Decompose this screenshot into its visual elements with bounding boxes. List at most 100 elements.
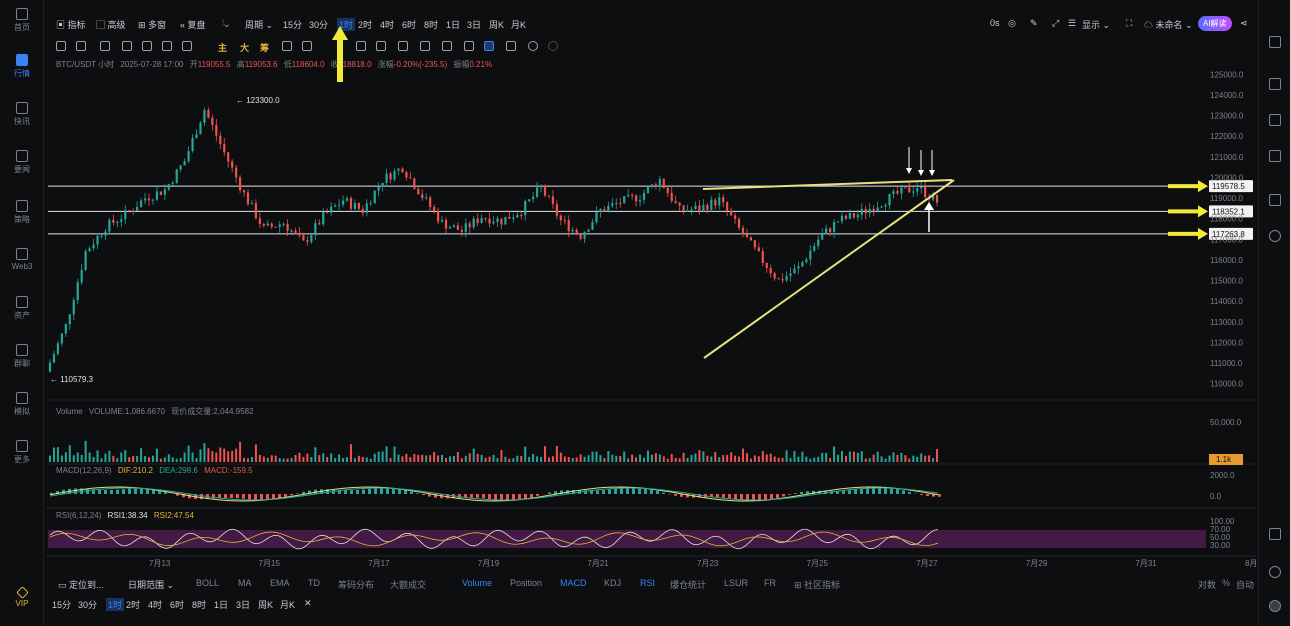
interval-4h[interactable]: 4时 (380, 18, 394, 31)
date-range-dropdown[interactable]: 日期范围 ⌄ (128, 578, 174, 591)
auto-toggle[interactable]: 自动 (1236, 578, 1254, 591)
pen-tool-icon[interactable] (142, 41, 152, 51)
b-interval-1d[interactable]: 1日 (214, 598, 228, 611)
b-interval-30m[interactable]: 30分 (78, 598, 97, 611)
main-toggle[interactable]: 主 (218, 41, 227, 54)
sidebar-item-market[interactable]: 行情 (0, 54, 44, 79)
vip-button[interactable]: VIP (0, 586, 44, 608)
b-interval-month[interactable]: 月K (280, 598, 295, 611)
fib-tool-icon[interactable] (162, 41, 172, 51)
trash-tool-icon[interactable] (506, 41, 516, 51)
b-interval-15m[interactable]: 15分 (52, 598, 71, 611)
clock-icon[interactable] (1269, 78, 1281, 90)
chart-type-button[interactable]: ⫶⌄ (222, 18, 229, 29)
ind-ema[interactable]: EMA (270, 578, 290, 588)
big-toggle[interactable]: 大 (240, 41, 249, 54)
sidebar-item-home[interactable]: 首页 (0, 8, 44, 33)
sidebar-item-sim[interactable]: 模拟 (0, 392, 44, 417)
ind-td[interactable]: TD (308, 578, 320, 588)
sidebar-item-headlines[interactable]: 要闻 (0, 150, 44, 175)
interval-month[interactable]: 月K (511, 18, 526, 31)
settings-icon[interactable]: ☰ (1068, 18, 1076, 29)
panel-icon[interactable] (1269, 528, 1281, 540)
ind-lsur[interactable]: LSUR (724, 578, 748, 588)
avatar[interactable] (1269, 600, 1281, 612)
resistance-trendline[interactable] (702, 179, 953, 190)
review-button[interactable]: « 复盘 (180, 18, 206, 31)
log-toggle[interactable]: 对数 (1198, 578, 1216, 591)
price-chart[interactable]: 119578.5118352.1117263.8 125000.0124000.… (46, 56, 1256, 596)
interval-15m[interactable]: 15分 (283, 18, 302, 31)
fullscreen-icon[interactable]: ⛶ (1126, 18, 1132, 29)
ind-volume[interactable]: Volume (462, 578, 492, 588)
interval-6h[interactable]: 6时 (402, 18, 416, 31)
ind-ma[interactable]: MA (238, 578, 252, 588)
ai-interpret-button[interactable]: AI解读 (1198, 16, 1232, 31)
sidebar-item-news[interactable]: 快讯 (0, 102, 44, 127)
measure-tool-icon[interactable] (182, 41, 192, 51)
eye-tool-icon[interactable] (442, 41, 452, 51)
locate-button[interactable]: ▭ 定位到... (58, 578, 104, 591)
multi-window-button[interactable]: ⊞ 多窗 (138, 18, 166, 31)
interval-week[interactable]: 周K (489, 18, 504, 31)
b-interval-6h[interactable]: 6时 (170, 598, 184, 611)
sidebar-item-strategy[interactable]: 策略 (0, 200, 44, 225)
indicators-button[interactable]: ▣ 指标 (56, 18, 86, 31)
ind-kdj[interactable]: KDJ (604, 578, 621, 588)
trendline-tool-icon[interactable] (56, 41, 66, 51)
b-interval-2h[interactable]: 2时 (126, 598, 140, 611)
ind-rsi[interactable]: RSI (640, 578, 655, 588)
ascending-trendline[interactable] (703, 179, 955, 359)
lock-tool-icon[interactable] (420, 41, 430, 51)
camera-icon[interactable]: ◎ (1008, 18, 1016, 29)
chips-toggle[interactable]: 筹 (260, 41, 269, 54)
expand-icon[interactable]: ⤢ (1052, 18, 1059, 29)
ind-macd[interactable]: MACD (560, 578, 587, 588)
share-icon[interactable]: ⋖ (1240, 18, 1248, 29)
sidebar-item-web3[interactable]: Web3 (0, 248, 44, 271)
advanced-button[interactable]: ▢ 高级 (96, 18, 126, 31)
ind-liquidation[interactable]: 爆仓统计 (670, 578, 706, 591)
layout-name-button[interactable]: ☁ 未命名 ⌄ (1144, 18, 1193, 31)
target-icon[interactable] (1269, 194, 1281, 206)
ind-boll[interactable]: BOLL (196, 578, 219, 588)
ind-position[interactable]: Position (510, 578, 542, 588)
hray-tool-icon[interactable] (100, 41, 110, 51)
pct-toggle[interactable]: % (1222, 578, 1230, 588)
b-interval-4h[interactable]: 4时 (148, 598, 162, 611)
period-dropdown[interactable]: 周期 ⌄ (245, 18, 273, 31)
sidebar-item-assets[interactable]: 资产 (0, 296, 44, 321)
interval-1d[interactable]: 1日 (446, 18, 460, 31)
ind-chips[interactable]: 筹码分布 (338, 578, 374, 591)
ind-community[interactable]: ⊞ 社区指标 (794, 578, 840, 591)
ruler-tool-icon[interactable] (356, 41, 366, 51)
b-interval-3d[interactable]: 3日 (236, 598, 250, 611)
headset-icon[interactable] (1269, 566, 1281, 578)
stats-icon[interactable] (1269, 114, 1281, 126)
interval-3d[interactable]: 3日 (467, 18, 481, 31)
undo-icon[interactable] (528, 41, 538, 51)
ind-fr[interactable]: FR (764, 578, 776, 588)
brush-tool-icon[interactable] (464, 41, 474, 51)
redo-icon[interactable] (548, 41, 558, 51)
interval-8h[interactable]: 8时 (424, 18, 438, 31)
magnet-tool-icon[interactable] (376, 41, 386, 51)
b-interval-8h[interactable]: 8时 (192, 598, 206, 611)
notes-icon[interactable] (1269, 36, 1281, 48)
refresh-icon[interactable] (1269, 230, 1281, 242)
hline-tool-icon[interactable] (76, 41, 86, 51)
crosshair-tool-icon[interactable] (302, 41, 312, 51)
copy-tool-icon[interactable] (282, 41, 292, 51)
screen-icon[interactable] (1269, 150, 1281, 162)
sidebar-item-more[interactable]: 更多 (0, 440, 44, 465)
filter-tool-icon[interactable] (484, 41, 494, 51)
b-interval-week[interactable]: 周K (258, 598, 273, 611)
sidebar-item-chat[interactable]: 群聊 (0, 344, 44, 369)
pattern-tool-icon[interactable] (398, 41, 408, 51)
channel-tool-icon[interactable] (122, 41, 132, 51)
close-icon[interactable]: ✕ (304, 598, 312, 609)
b-interval-1h[interactable]: 1时 (106, 598, 125, 611)
ind-bigtrade[interactable]: 大额成交 (390, 578, 426, 591)
display-button[interactable]: 显示 ⌄ (1082, 18, 1110, 31)
interval-30m[interactable]: 30分 (309, 18, 328, 31)
